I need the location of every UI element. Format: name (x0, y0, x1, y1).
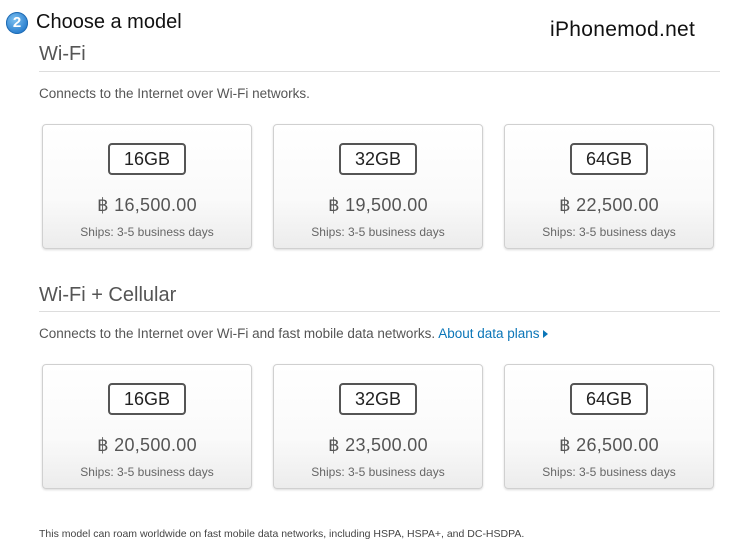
model-option-cellular-64gb[interactable]: 64GB ฿ 26,500.00 Ships: 3-5 business day… (504, 364, 714, 489)
price: ฿ 19,500.00 (328, 195, 428, 215)
capacity-label: 16GB (108, 143, 186, 175)
section-description-wifi: Connects to the Internet over Wi-Fi netw… (39, 86, 310, 101)
capacity-label: 32GB (339, 143, 417, 175)
price: ฿ 16,500.00 (97, 195, 197, 215)
model-option-cellular-16gb[interactable]: 16GB ฿ 20,500.00 Ships: 3-5 business day… (42, 364, 252, 489)
price: ฿ 20,500.00 (97, 435, 197, 455)
model-option-wifi-64gb[interactable]: 64GB ฿ 22,500.00 Ships: 3-5 business day… (504, 124, 714, 249)
capacity-label: 64GB (570, 383, 648, 415)
model-option-cellular-32gb[interactable]: 32GB ฿ 23,500.00 Ships: 3-5 business day… (273, 364, 483, 489)
price: ฿ 23,500.00 (328, 435, 428, 455)
shipping-info: Ships: 3-5 business days (80, 465, 214, 479)
shipping-info: Ships: 3-5 business days (542, 225, 676, 239)
capacity-label: 32GB (339, 383, 417, 415)
about-data-plans-link[interactable]: About data plans (438, 326, 548, 341)
step-number-badge: 2 (6, 12, 28, 34)
capacity-label: 64GB (570, 143, 648, 175)
model-option-wifi-32gb[interactable]: 32GB ฿ 19,500.00 Ships: 3-5 business day… (273, 124, 483, 249)
step-title: Choose a model (36, 11, 182, 33)
chevron-right-icon[interactable] (542, 330, 548, 338)
shipping-info: Ships: 3-5 business days (80, 225, 214, 239)
model-option-wifi-16gb[interactable]: 16GB ฿ 16,500.00 Ships: 3-5 business day… (42, 124, 252, 249)
about-data-plans-link-text[interactable]: About data plans (438, 326, 539, 341)
section-description-text: Connects to the Internet over Wi-Fi and … (39, 326, 436, 341)
price: ฿ 22,500.00 (559, 195, 659, 215)
shipping-info: Ships: 3-5 business days (311, 225, 445, 239)
shipping-info: Ships: 3-5 business days (311, 465, 445, 479)
capacity-label: 16GB (108, 383, 186, 415)
price: ฿ 26,500.00 (559, 435, 659, 455)
section-title-wifi-cellular: Wi-Fi + Cellular (39, 284, 177, 306)
section-description-wifi-cellular: Connects to the Internet over Wi-Fi and … (39, 326, 548, 341)
shipping-info: Ships: 3-5 business days (542, 465, 676, 479)
section-title-wifi: Wi-Fi (39, 43, 86, 65)
section-divider (39, 71, 720, 72)
footnote: This model can roam worldwide on fast mo… (39, 528, 525, 540)
watermark: iPhonemod.net (550, 18, 696, 41)
section-divider (39, 311, 720, 312)
